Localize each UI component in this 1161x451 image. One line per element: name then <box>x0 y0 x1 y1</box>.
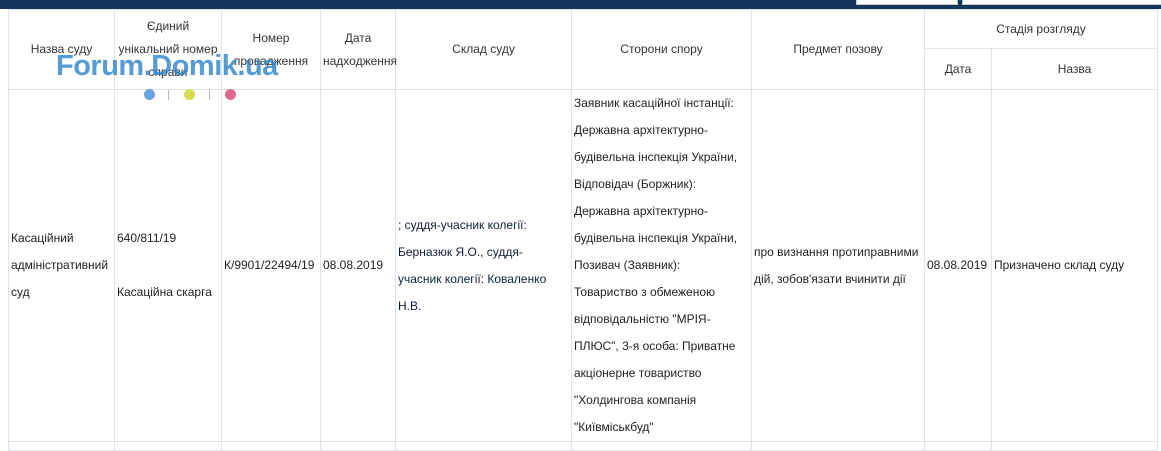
cell-court-composition: ; суддя-учасник колегії: Берназюк Я.О., … <box>395 89 572 442</box>
header-parties: Сторони спору <box>571 9 752 90</box>
table-row[interactable]: Касаційний адміністративний суд 640/811/… <box>8 89 1158 442</box>
empty-cell <box>991 441 1158 451</box>
cell-parties: Заявник касаційної інстанції: Державна а… <box>571 89 752 442</box>
toolbar-button[interactable] <box>856 0 958 5</box>
header-received-date: Дата надходження <box>320 9 397 90</box>
watermark-dots <box>0 89 1161 103</box>
watermark-separator <box>209 90 210 100</box>
watermark-dot-icon <box>144 89 155 100</box>
watermark-logo: Forum.Domik.ua <box>56 50 278 82</box>
table-row <box>8 441 1158 451</box>
empty-cell <box>114 441 222 451</box>
header-stage-date: Дата <box>924 48 992 90</box>
header-claim-subject: Предмет позову <box>751 9 925 90</box>
toolbar-search-field[interactable] <box>962 0 1161 5</box>
cell-proceeding-number: К/9901/22494/19 <box>221 89 321 442</box>
watermark-dot-icon <box>225 89 236 100</box>
header-stage: Стадія розгляду <box>924 9 1158 49</box>
top-navigation-bar <box>0 0 1161 9</box>
cell-stage-name: Призначено склад суду <box>991 89 1158 442</box>
header-stage-name: Назва <box>991 48 1158 90</box>
watermark-dot-icon <box>184 89 195 100</box>
cell-claim-subject: про визнання протиправними дій, зобов'яз… <box>751 89 925 442</box>
watermark-separator <box>168 90 169 100</box>
cell-case-number: 640/811/19 Касаційна скарга <box>114 89 222 442</box>
empty-cell <box>221 441 321 451</box>
empty-cell <box>8 441 115 451</box>
empty-cell <box>751 441 925 451</box>
header-court-composition: Склад суду <box>395 9 572 90</box>
empty-cell <box>924 441 992 451</box>
empty-cell <box>320 441 396 451</box>
empty-cell <box>395 441 572 451</box>
cell-received-date: 08.08.2019 <box>320 89 396 442</box>
cell-stage-date: 08.08.2019 <box>924 89 992 442</box>
empty-cell <box>571 441 752 451</box>
cell-court-name: Касаційний адміністративний суд <box>8 89 115 442</box>
